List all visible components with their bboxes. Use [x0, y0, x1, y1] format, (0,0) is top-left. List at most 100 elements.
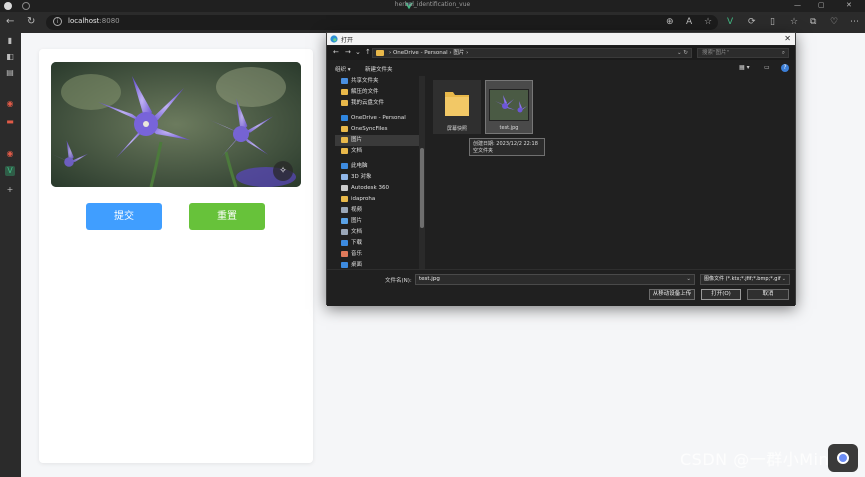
breadcrumb[interactable]: › OneDrive - Personal › 图片 › ⌄ ↻ — [372, 48, 692, 58]
tree-item[interactable]: 共享文件夹 — [335, 76, 419, 87]
back-icon[interactable]: ← — [6, 16, 14, 27]
file-item-image[interactable]: test.jpg — [485, 80, 533, 134]
dialog-footer: 文件名(N): test.jpg ⌄ 图像文件 (*.ktx;*.jfif;*.… — [327, 269, 795, 306]
filename-input[interactable]: test.jpg ⌄ — [415, 274, 695, 285]
minimize-icon[interactable]: — — [794, 1, 801, 9]
tree-item[interactable]: 文档 — [335, 146, 419, 157]
tree-item[interactable]: 我的云盘文件 — [335, 98, 419, 109]
reading-icon[interactable]: ▤ — [5, 68, 15, 78]
back-icon[interactable]: ← — [333, 48, 339, 56]
preview-pane-icon[interactable]: ▭ — [764, 64, 770, 71]
tree-item[interactable]: 图片 — [335, 216, 419, 227]
breadcrumb-onedrive[interactable]: OneDrive - Personal — [393, 50, 448, 56]
reload-icon[interactable]: ↻ — [27, 16, 35, 27]
tree-item[interactable]: 图片 — [335, 135, 419, 146]
browser-toolbar: ← ↻ i localhost:8080 ⊕ A ☆ V ⟳ ▯ ☆ ⧉ ♡ ⋯ — [0, 12, 865, 33]
help-icon[interactable]: ? — [781, 64, 789, 72]
new-folder-button[interactable]: 新建文件夹 — [365, 65, 393, 73]
split-screen-icon[interactable]: ▯ — [770, 17, 775, 27]
file-name: test.jpg — [499, 125, 519, 131]
folder-icon — [376, 50, 384, 56]
read-aloud-icon[interactable]: A — [686, 17, 692, 27]
download-icon — [341, 240, 348, 246]
organize-button[interactable]: 组织 ▾ — [335, 65, 351, 73]
tree-item[interactable]: Autodesk 360 — [335, 183, 419, 194]
chevron-down-icon[interactable]: ⌄ — [355, 48, 361, 56]
tree-item-label: 共享文件夹 — [351, 78, 379, 84]
menu-icon[interactable]: ⋯ — [850, 17, 859, 27]
folder-icon — [341, 137, 348, 143]
address-bar[interactable]: i localhost:8080 ⊕ A ☆ — [46, 15, 718, 30]
favorite-star-icon[interactable]: ☆ — [704, 17, 712, 27]
file-name: 屏幕快照 — [446, 126, 467, 132]
vue-tab-icon[interactable]: V — [5, 166, 15, 176]
tree-item[interactable]: 视频 — [335, 205, 419, 216]
folder-icon — [341, 89, 348, 95]
maximize-icon[interactable]: ▢ — [818, 1, 825, 9]
dialog-titlebar: 打开 ✕ — [327, 33, 795, 45]
site-info-icon[interactable]: i — [53, 17, 62, 26]
open-button[interactable]: 打开(O) — [701, 289, 741, 300]
collections-icon[interactable]: ⧉ — [810, 17, 816, 27]
browser-titlebar: herbal_identification_vue — ▢ ✕ — [0, 0, 865, 12]
tree-item[interactable]: 音乐 — [335, 249, 419, 260]
autodesk-icon — [341, 185, 348, 191]
close-window-icon[interactable]: ✕ — [846, 1, 852, 9]
share-icon — [341, 78, 348, 84]
tree-item[interactable]: 下载 — [335, 238, 419, 249]
browser-essentials-icon[interactable]: ♡ — [830, 17, 838, 27]
tree-item[interactable]: idaproha — [335, 194, 419, 205]
cancel-button[interactable]: 取消 — [747, 289, 789, 300]
app-pinned-1-icon[interactable]: ◉ — [5, 99, 15, 109]
view-options-icon[interactable]: ▦ ▾ — [739, 64, 750, 71]
filetype-select[interactable]: 图像文件 (*.ktx;*.jfif;*.bmp;*.gif ⌄ — [700, 274, 790, 285]
file-tooltip: 创建日期: 2023/12/2 22:18 空文件夹 — [469, 138, 545, 156]
dialog-close-icon[interactable]: ✕ — [784, 34, 791, 43]
tree-item[interactable]: 此电脑 — [335, 161, 419, 172]
tree-item-label: 下载 — [351, 240, 363, 246]
up-icon[interactable]: ↑ — [365, 48, 371, 56]
favorites-icon[interactable]: ☆ — [790, 17, 798, 27]
folder-icon — [341, 148, 348, 154]
visual-search-icon[interactable]: ✧ — [273, 161, 293, 181]
search-input[interactable]: 搜索"图片" ⌕ — [697, 48, 789, 58]
tab-list-icon[interactable]: ▮ — [5, 36, 15, 46]
search-icon: ⌕ — [781, 50, 785, 56]
file-item-folder[interactable]: 屏幕快照 — [433, 80, 481, 134]
dialog-navbar: ← → ⌄ ↑ › OneDrive - Personal › 图片 › ⌄ ↻… — [327, 46, 795, 60]
tree-item[interactable]: OneSyncFiles — [335, 124, 419, 135]
tree-item-label: 图片 — [351, 137, 363, 143]
reset-button[interactable]: 重置 — [189, 203, 265, 230]
url-text: localhost:8080 — [68, 17, 120, 25]
balloon-flower-image — [51, 62, 301, 187]
document-icon — [341, 229, 348, 235]
tree-item-label: 文档 — [351, 148, 363, 154]
upload-from-mobile-button[interactable]: 从移动设备上传 — [649, 289, 695, 300]
tree-item[interactable]: 3D 对象 — [335, 172, 419, 183]
tree-item[interactable]: OneDrive - Personal — [335, 113, 419, 124]
add-tab-icon[interactable]: + — [5, 185, 15, 195]
tree-item[interactable]: 文档 — [335, 227, 419, 238]
vue-devtools-icon[interactable]: V — [727, 17, 733, 27]
tree-item[interactable]: 解压的文件 — [335, 87, 419, 98]
tree-item[interactable]: 桌面 — [335, 260, 419, 269]
chevron-down-icon[interactable]: ⌄ — [781, 275, 786, 284]
screen: herbal_identification_vue — ▢ ✕ ← ↻ i lo… — [0, 0, 865, 477]
tree-item-label: 视频 — [351, 207, 363, 213]
breadcrumb-pictures[interactable]: 图片 — [453, 50, 464, 56]
refresh-icon[interactable]: ⌄ ↻ — [677, 49, 688, 58]
chevron-down-icon[interactable]: ⌄ — [686, 275, 691, 284]
extensions-icon[interactable]: ⟳ — [748, 17, 756, 27]
tree-item-label: OneDrive - Personal — [351, 115, 406, 121]
image-preview[interactable]: ✧ — [51, 62, 301, 187]
tab-title: herbal_identification_vue — [394, 1, 471, 8]
zoom-icon[interactable]: ⊕ — [666, 17, 674, 27]
submit-button[interactable]: 提交 — [86, 203, 162, 230]
floating-assistant[interactable] — [828, 444, 858, 472]
scrollbar-thumb[interactable] — [420, 148, 424, 228]
tree-scrollbar[interactable] — [419, 76, 425, 269]
app-pinned-2-icon[interactable]: ▬ — [5, 117, 15, 127]
app-pinned-3-icon[interactable]: ◉ — [5, 149, 15, 159]
history-icon[interactable]: ◧ — [5, 52, 15, 62]
forward-icon[interactable]: → — [345, 48, 351, 56]
